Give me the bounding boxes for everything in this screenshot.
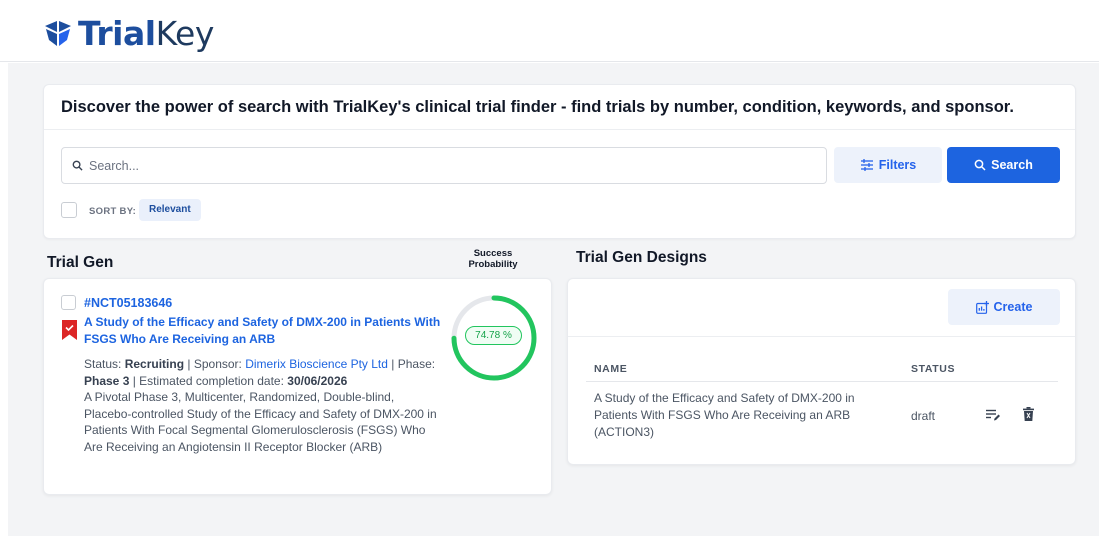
app-header: TrialKey [0, 0, 1099, 62]
search-label: Search [991, 158, 1033, 172]
trial-meta: Status: Recruiting | Sponsor: Dimerix Bi… [84, 357, 436, 388]
trial-id-link[interactable]: #NCT05183646 [84, 296, 172, 310]
designs-panel: Create NAME STATUS A Study of the Effica… [567, 278, 1076, 465]
design-name: A Study of the Efficacy and Safety of DM… [594, 391, 855, 439]
table-header-divider [586, 381, 1058, 382]
success-probability-value: 74.78 % [465, 326, 522, 345]
filters-icon [860, 159, 873, 171]
search-input[interactable] [89, 158, 789, 173]
sort-label: SORT BY: [89, 206, 137, 217]
column-header-status: STATUS [911, 363, 956, 375]
sponsor-link[interactable]: Dimerix Bioscience Pty Ltd [245, 357, 388, 371]
logo-mark-icon [45, 21, 71, 46]
sort-relevant-chip[interactable]: Relevant [139, 199, 201, 221]
trial-description: A Pivotal Phase 3, Multicenter, Randomiz… [84, 390, 437, 454]
create-label: Create [993, 300, 1033, 314]
trial-status: Recruiting [124, 357, 185, 371]
filters-label: Filters [878, 158, 917, 172]
trialkey-logo[interactable]: TrialKey [43, 14, 214, 54]
column-header-name: NAME [594, 363, 628, 375]
success-probability-label: Success Probability [468, 248, 518, 270]
search-headline: Discover the power of search with TrialK… [61, 98, 1014, 116]
sort-checkbox[interactable] [61, 202, 77, 218]
edit-icon[interactable] [986, 409, 1000, 421]
trial-gen-designs-title: Trial Gen Designs [576, 249, 707, 266]
add-chart-icon [975, 300, 989, 314]
search-icon [974, 159, 986, 171]
filters-button[interactable]: Filters [834, 147, 942, 183]
divider [568, 336, 1075, 337]
trial-select-checkbox[interactable] [61, 295, 76, 310]
search-field[interactable] [61, 147, 827, 184]
trial-gen-title: Trial Gen [47, 254, 114, 271]
completion-date: 30/06/2026 [287, 373, 348, 388]
create-button[interactable]: Create [948, 289, 1060, 325]
search-button[interactable]: Search [947, 147, 1060, 183]
logo-text: TrialKey [78, 14, 214, 53]
design-status: draft [911, 409, 936, 423]
bookmark-icon[interactable] [62, 320, 77, 340]
divider [44, 129, 1075, 130]
search-panel: Discover the power of search with TrialK… [43, 84, 1076, 239]
trash-icon[interactable] [1023, 407, 1034, 421]
trial-card: #NCT05183646 A Study of the Efficacy and… [43, 278, 552, 495]
trial-phase: Phase 3 [84, 373, 130, 388]
search-icon [72, 160, 83, 171]
trial-title-link[interactable]: A Study of the Efficacy and Safety of DM… [84, 314, 444, 348]
